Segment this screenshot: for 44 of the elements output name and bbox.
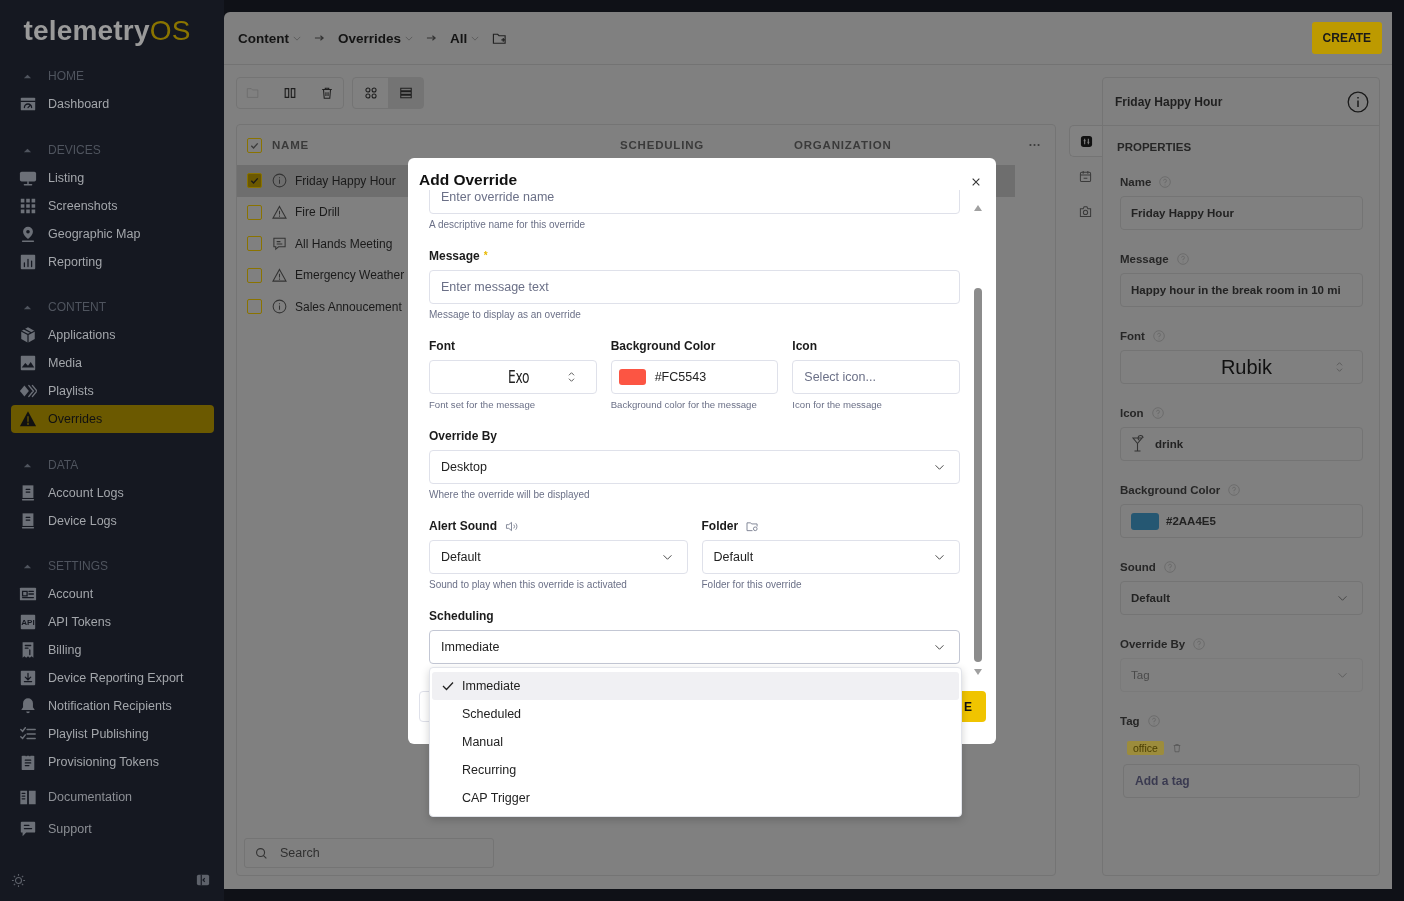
panel-title: Friday Happy Hour — [1115, 94, 1223, 109]
tag-chip: office — [1127, 741, 1164, 755]
row-name: All Hands Meeting — [295, 236, 393, 251]
field-hint: Sound to play when this override is activated — [429, 578, 628, 592]
field-label: Sound — [1120, 561, 1156, 573]
column-header: SCHEDULING — [620, 139, 706, 151]
field-label: Override By — [429, 428, 499, 444]
field-label: Alert Sound — [429, 518, 497, 534]
field-label: Font — [1120, 330, 1145, 342]
field-label: Tag — [1120, 715, 1140, 727]
field-label: Name — [1120, 176, 1152, 188]
field-label: Folder — [701, 518, 739, 534]
row-name: Emergency Weather — [295, 268, 405, 283]
field-label: Override By — [1120, 638, 1186, 650]
field-label: Icon — [1120, 407, 1144, 419]
field-label: Font — [429, 338, 456, 354]
field-label: Background Color — [610, 338, 717, 354]
required-mark: * — [483, 250, 488, 261]
dialog-title: Add Override — [419, 170, 518, 190]
row-name: Sales Annoucement — [295, 299, 402, 314]
field-label: Icon — [792, 338, 818, 354]
field-label: Background Color — [1120, 484, 1221, 496]
section-title: SETTINGS — [48, 559, 108, 573]
row-name: Friday Happy Hour — [295, 173, 396, 188]
field-label: Message * — [429, 248, 489, 264]
section-title: DATA — [48, 457, 79, 472]
field-hint: Folder for this override — [701, 578, 803, 592]
field-label: Message — [1120, 253, 1169, 265]
logo: telemetryOS — [23, 14, 192, 48]
row-name: Fire Drill — [295, 205, 340, 220]
field-hint: Where the override will be displayed — [429, 488, 591, 502]
field-hint: Icon for the message — [792, 398, 883, 412]
field-hint: A descriptive name for this override — [429, 218, 587, 232]
column-header: ORGANIZATION — [794, 139, 892, 151]
section-heading: PROPERTIES — [1117, 140, 1193, 154]
section-title: HOME — [48, 69, 84, 83]
section-title: DEVICES — [48, 142, 101, 157]
api-badge-icon: API — [19, 613, 37, 631]
field-hint: Message to display as an override — [429, 308, 582, 322]
field-hint: Background color for the message — [610, 398, 758, 412]
section-title: CONTENT — [48, 300, 106, 314]
field-hint: Font set for the message — [429, 398, 537, 412]
field-label: Scheduling — [429, 608, 495, 624]
column-header: NAME — [272, 139, 311, 151]
